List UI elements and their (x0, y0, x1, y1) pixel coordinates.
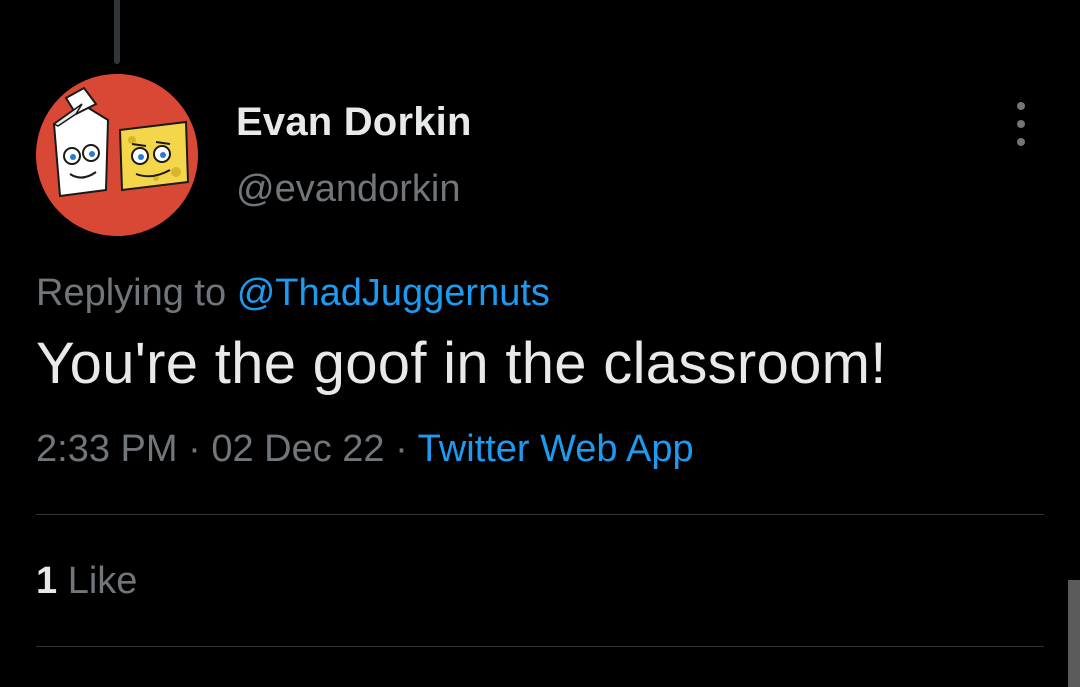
author-display-name[interactable]: Evan Dorkin (236, 100, 472, 145)
likes-count: 1 (36, 560, 58, 602)
likes-label: Like (67, 560, 138, 602)
more-vertical-icon-dot (1017, 120, 1025, 128)
tweet-text: You're the goof in the classroom! (36, 331, 887, 396)
replying-to-prefix: Replying to (36, 272, 227, 314)
tweet-date[interactable]: 02 Dec 22 (211, 428, 384, 470)
divider (36, 646, 1044, 647)
replying-to-mention-link[interactable]: @ThadJuggernuts (237, 272, 550, 314)
milk-and-cheese-avatar-icon (36, 74, 198, 236)
replying-to: Replying to @ThadJuggernuts (36, 272, 550, 315)
more-options-button[interactable] (1004, 102, 1038, 146)
more-vertical-icon-dot (1017, 138, 1025, 146)
meta-separator: · (188, 428, 201, 470)
tweet-source-link[interactable]: Twitter Web App (418, 428, 694, 470)
author-avatar[interactable] (36, 74, 198, 236)
author-handle[interactable]: @evandorkin (236, 168, 460, 211)
tweet-detail-view: Evan Dorkin @evandorkin Replying to @Tha… (0, 0, 1080, 687)
tweet-metadata: 2:33 PM · 02 Dec 22 · Twitter Web App (36, 428, 694, 471)
meta-separator: · (395, 428, 408, 470)
tweet-time[interactable]: 2:33 PM (36, 428, 178, 470)
more-vertical-icon (1017, 102, 1025, 110)
scrollbar[interactable] (1068, 580, 1080, 687)
thread-connector-line (114, 0, 120, 64)
likes-count-link[interactable]: 1 Like (36, 560, 137, 603)
divider (36, 514, 1044, 515)
